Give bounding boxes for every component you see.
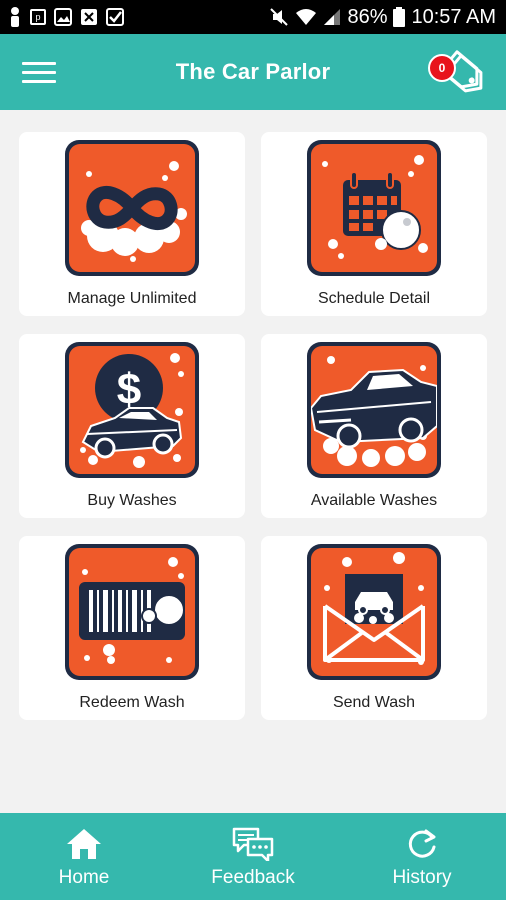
app-notification-icon: p (30, 9, 46, 25)
dollar-car-icon: $ (80, 353, 184, 468)
chat-bubbles-icon (232, 827, 274, 861)
classic-car-icon (311, 356, 437, 467)
svg-text:$: $ (117, 365, 141, 414)
nav-feedback[interactable]: Feedback (169, 813, 337, 900)
send-wash-label: Send Wash (332, 694, 416, 711)
mute-icon (270, 8, 289, 26)
tile-frame (307, 342, 441, 478)
nav-feedback-label: Feedback (211, 867, 295, 888)
image-notification-icon (54, 8, 72, 26)
clock: 10:57 AM (411, 5, 496, 28)
battery-icon (393, 7, 406, 27)
menu-grid: Manage Unlimited Schedule Detail $ Buy W… (19, 132, 489, 720)
manage-unlimited-label: Manage Unlimited (67, 290, 197, 307)
status-bar: p 86% 10:57 AM (0, 0, 506, 34)
schedule-detail-label: Schedule Detail (317, 290, 431, 307)
refresh-icon (408, 829, 436, 858)
available-washes-card[interactable]: Available Washes (261, 334, 487, 518)
nav-history-label: History (392, 867, 452, 888)
hamburger-menu-icon[interactable] (22, 62, 56, 84)
nav-history[interactable]: History (338, 813, 506, 900)
battery-percent: 86% (347, 5, 388, 28)
send-wash-card[interactable]: Send Wash (261, 536, 487, 720)
manage-unlimited-card[interactable]: Manage Unlimited (19, 132, 245, 316)
wifi-icon (296, 9, 317, 25)
redeem-wash-card[interactable]: Redeem Wash (19, 536, 245, 720)
tile-frame (307, 140, 441, 276)
barcode-icon (79, 557, 185, 664)
envelope-car-icon (323, 552, 425, 665)
cart-count-badge: 0 (428, 54, 456, 82)
buy-washes-label: Buy Washes (87, 492, 177, 509)
nav-home-label: Home (58, 867, 110, 888)
app-title: The Car Parlor (175, 59, 331, 84)
schedule-detail-card[interactable]: Schedule Detail (261, 132, 487, 316)
buy-washes-card[interactable]: $ Buy Washes (19, 334, 245, 518)
tile-frame: $ (65, 342, 199, 478)
close-box-notification-icon (81, 9, 97, 25)
calendar-icon (322, 155, 428, 259)
available-washes-label: Available Washes (310, 492, 438, 509)
check-notification-icon (106, 8, 124, 26)
signal-icon (324, 9, 341, 25)
tile-frame (307, 544, 441, 680)
nav-home[interactable]: Home (0, 813, 168, 900)
system-status: 86% 10:57 AM (269, 6, 496, 29)
home-icon (67, 829, 101, 859)
tile-frame (65, 140, 199, 276)
bottom-nav: Home Feedback History (0, 813, 506, 900)
notification-icons: p (8, 6, 124, 28)
redeem-wash-label: Redeem Wash (79, 694, 185, 711)
person-notification-icon (11, 7, 19, 27)
tile-frame (65, 544, 199, 680)
cart-button[interactable]: 0 (424, 46, 494, 96)
infinity-icon (81, 161, 187, 262)
app-bar: The Car Parlor 0 (0, 34, 506, 110)
